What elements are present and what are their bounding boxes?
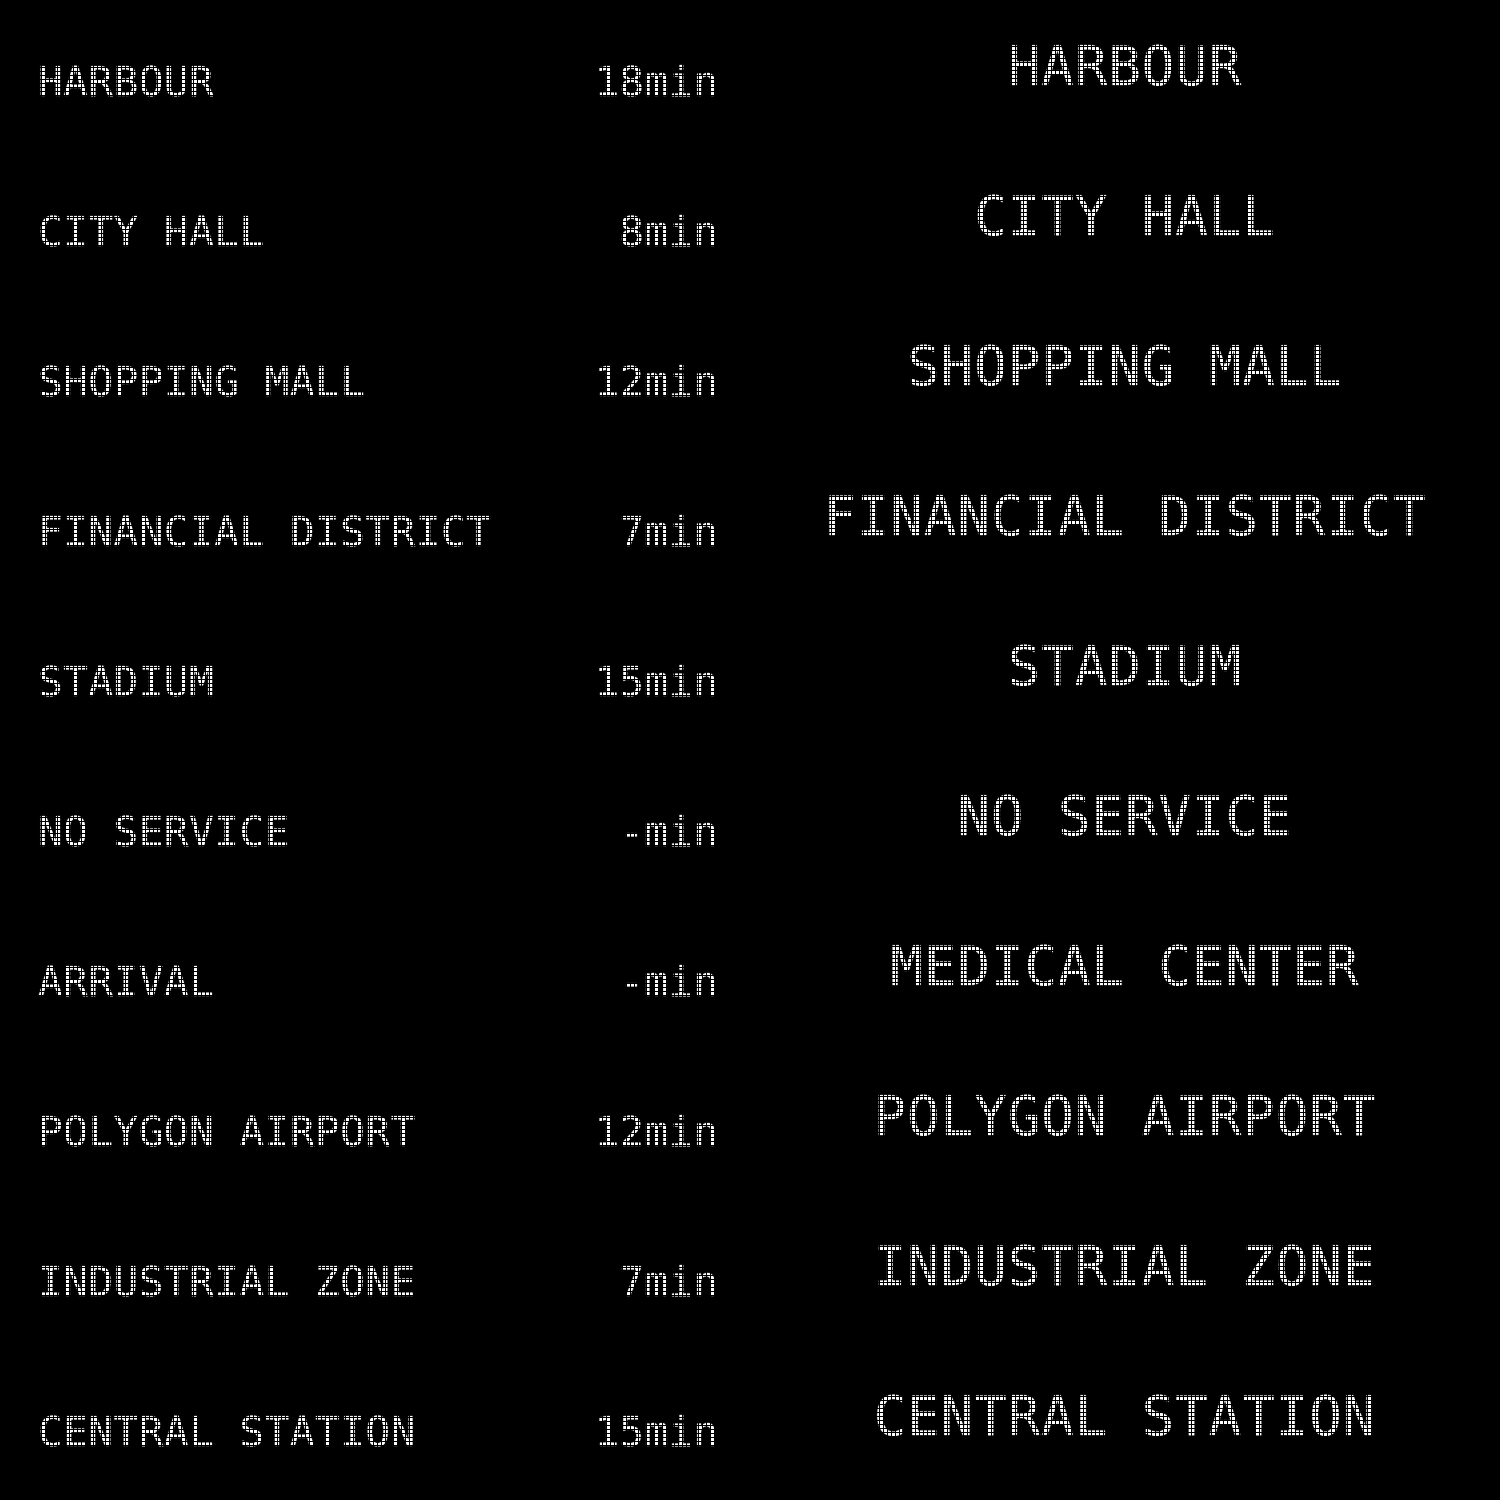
row-destination: FINANCIAL DISTRICT [38,508,492,556]
row-display: CITY HALL [974,185,1276,248]
row-destination: NO SERVICE [38,808,290,856]
row-eta: 12min [594,358,718,406]
row-display: POLYGON AIRPORT [873,1085,1377,1148]
row-eta: 15min [594,1408,718,1456]
row-eta: 7min [619,1258,718,1306]
row-display: SHOPPING MALL [907,335,1343,398]
row-destination: CENTRAL STATION [38,1408,416,1456]
row-destination: INDUSTRIAL ZONE [38,1258,416,1306]
row-display: NO SERVICE [957,785,1293,848]
board-row: ARRIVAL -min MEDICAL CENTER [0,900,1500,1050]
row-destination: ARRIVAL [38,958,215,1006]
board-row: HARBOUR 18min HARBOUR [0,0,1500,150]
row-destination: POLYGON AIRPORT [38,1108,416,1156]
row-eta: 8min [619,208,718,256]
row-destination: CITY HALL [38,208,265,256]
row-destination: STADIUM [38,658,215,706]
row-display: STADIUM [1007,635,1243,698]
row-display: MEDICAL CENTER [890,935,1360,998]
row-display: CENTRAL STATION [873,1385,1377,1448]
board-row: NO SERVICE -min NO SERVICE [0,750,1500,900]
row-display: FINANCIAL DISTRICT [823,485,1427,548]
board-row: CENTRAL STATION 15min CENTRAL STATION [0,1350,1500,1500]
row-eta: 15min [594,658,718,706]
row-eta: 12min [594,1108,718,1156]
board-row: POLYGON AIRPORT 12min POLYGON AIRPORT [0,1050,1500,1200]
board-row: CITY HALL 8min CITY HALL [0,150,1500,300]
board-row: STADIUM 15min STADIUM [0,600,1500,750]
departure-board: HARBOUR 18min HARBOUR CITY HALL 8min CIT… [0,0,1500,1500]
board-row: FINANCIAL DISTRICT 7min FINANCIAL DISTRI… [0,450,1500,600]
board-row: SHOPPING MALL 12min SHOPPING MALL [0,300,1500,450]
row-display: INDUSTRIAL ZONE [873,1235,1377,1298]
row-eta: -min [619,808,718,856]
row-display: HARBOUR [1007,35,1243,98]
row-eta: 18min [594,58,718,106]
row-destination: SHOPPING MALL [38,358,366,406]
board-row: INDUSTRIAL ZONE 7min INDUSTRIAL ZONE [0,1200,1500,1350]
row-eta: -min [619,958,718,1006]
row-eta: 7min [619,508,718,556]
row-destination: HARBOUR [38,58,215,106]
